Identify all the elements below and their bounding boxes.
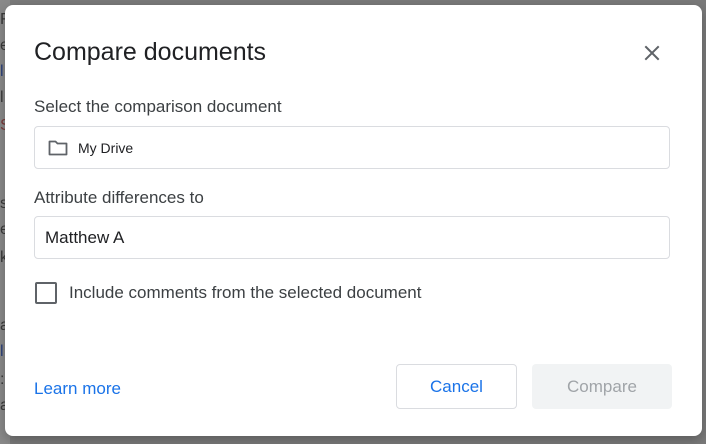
close-icon [644, 45, 660, 61]
compare-documents-dialog: Compare documents Select the comparison … [5, 5, 702, 436]
include-comments-label: Include comments from the selected docum… [69, 283, 422, 302]
background-text-fragment: l [0, 63, 4, 80]
background-text-fragment: l [0, 89, 4, 106]
background-text-fragment: : [0, 371, 5, 388]
background-text-fragment: l [0, 343, 4, 360]
drive-location-text: My Drive [78, 140, 134, 156]
compare-button[interactable]: Compare [532, 364, 672, 409]
learn-more-link[interactable]: Learn more [34, 378, 121, 400]
comparison-document-picker[interactable]: My Drive [34, 126, 670, 169]
comparison-document-label: Select the comparison document [34, 97, 282, 116]
cancel-button[interactable]: Cancel [396, 364, 517, 409]
dialog-title: Compare documents [34, 38, 267, 66]
attribute-name-field-container [34, 216, 670, 259]
folder-icon [48, 140, 68, 156]
include-comments-option[interactable]: Include comments from the selected docum… [35, 282, 421, 304]
include-comments-checkbox[interactable] [35, 282, 57, 304]
close-button[interactable] [637, 38, 667, 68]
attribute-differences-label: Attribute differences to [34, 188, 204, 207]
attribute-name-input[interactable] [45, 226, 645, 250]
